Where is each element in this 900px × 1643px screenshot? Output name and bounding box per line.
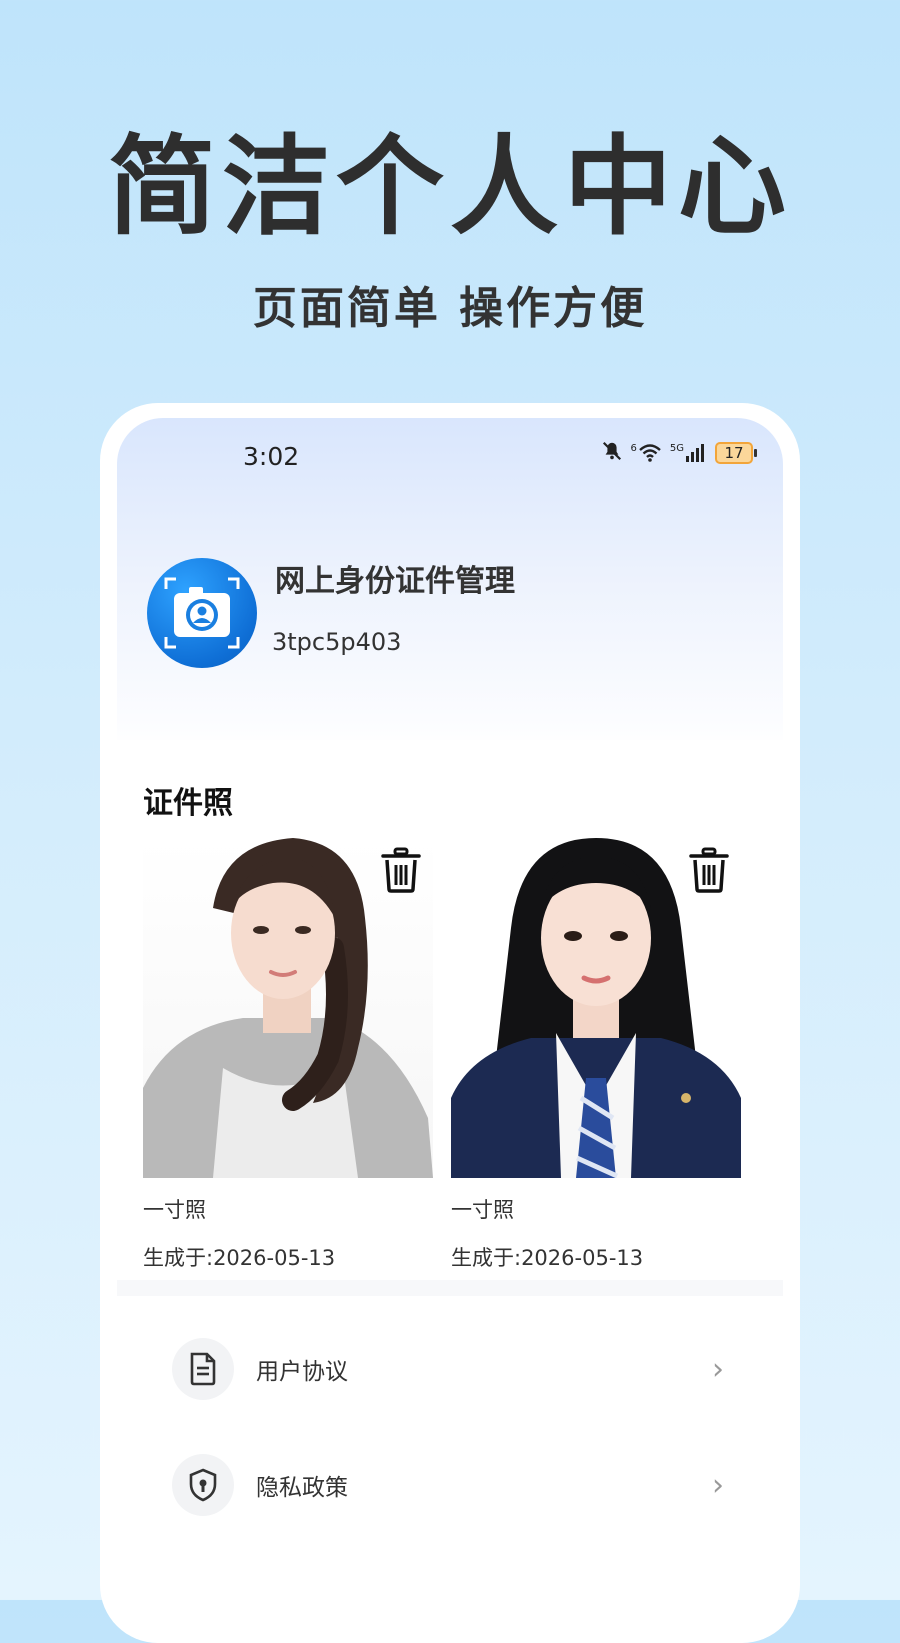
promo-subline: 页面简单 操作方便 <box>252 283 648 334</box>
wifi-icon: 6 <box>631 443 662 463</box>
menu-item-label: 用户协议 <box>256 1359 348 1385</box>
mute-bell-icon <box>601 440 623 466</box>
photo-card[interactable]: 一寸照 生成于:2026-05-13 <box>143 838 433 1272</box>
menu-item-label: 隐私政策 <box>256 1475 348 1501</box>
status-time: 3:02 <box>243 442 300 471</box>
document-icon <box>172 1338 234 1400</box>
user-id: 3tpc5p403 <box>272 628 402 656</box>
wifi-badge: 6 <box>630 443 637 454</box>
id-photo-uniform[interactable] <box>451 838 741 1178</box>
delete-button[interactable] <box>377 844 425 896</box>
network-type: 5G <box>669 443 684 454</box>
menu-item-user-agreement[interactable]: 用户协议 › <box>172 1334 732 1404</box>
photo-date: 生成于:2026-05-13 <box>451 1246 644 1270</box>
trash-icon <box>381 847 421 893</box>
menu-item-privacy-policy[interactable]: 隐私政策 › <box>172 1450 732 1520</box>
app-avatar[interactable] <box>147 558 257 668</box>
promo-headline: 简洁个人中心 <box>107 125 792 250</box>
chevron-right-icon: › <box>712 1351 724 1387</box>
delete-button[interactable] <box>685 844 733 896</box>
photo-card[interactable]: 一寸照 生成于:2026-05-13 <box>451 838 741 1272</box>
battery-level: 17 <box>724 444 744 462</box>
photo-date: 生成于:2026-05-13 <box>143 1246 336 1270</box>
phone-screen: 3:02 6 5G 17 网上身份证件管理 3tpc5p403 证件照 一寸照 … <box>117 418 783 1618</box>
photo-type-label: 一寸照 <box>451 1198 514 1222</box>
battery-icon: 17 <box>715 442 757 464</box>
shield-lock-icon <box>172 1454 234 1516</box>
camera-portrait-icon <box>164 577 240 649</box>
section-title: 证件照 <box>143 786 233 821</box>
chevron-right-icon: › <box>712 1467 724 1503</box>
cellular-signal-icon: 5G <box>670 443 707 463</box>
id-photos-section: 证件照 一寸照 生成于:2026-05-13 一寸照 生成于:2026-05-1… <box>117 740 783 1280</box>
app-name: 网上身份证件管理 <box>275 564 515 599</box>
id-photo-casual[interactable] <box>143 838 433 1178</box>
status-icons: 6 5G 17 <box>601 440 757 466</box>
trash-icon <box>689 847 729 893</box>
section-divider <box>117 1280 783 1296</box>
photo-type-label: 一寸照 <box>143 1198 206 1222</box>
